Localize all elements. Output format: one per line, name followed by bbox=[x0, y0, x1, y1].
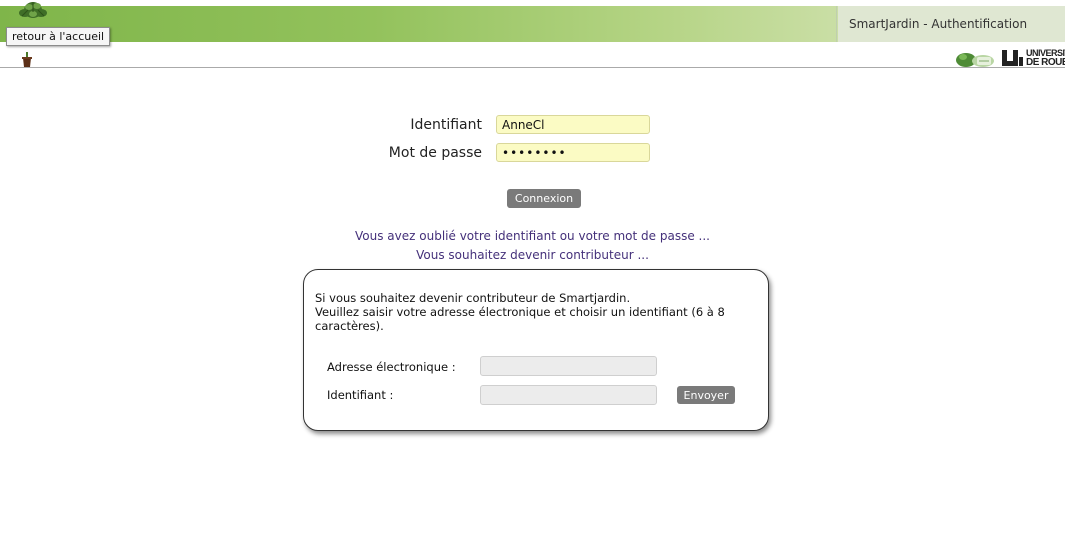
become-contributor-link[interactable]: Vous souhaitez devenir contributeur ... bbox=[0, 248, 1065, 262]
header-divider bbox=[836, 6, 837, 42]
login-id-label: Identifiant bbox=[410, 117, 482, 133]
university-logo-icon[interactable]: UNIVERSITÉ DE ROUEN bbox=[1000, 48, 1065, 68]
contributor-email-input[interactable] bbox=[480, 356, 657, 376]
university-emblem-icon bbox=[1002, 50, 1023, 66]
partner-logo-icon[interactable] bbox=[955, 49, 995, 68]
header-rule bbox=[0, 67, 1065, 68]
plant-pot-icon bbox=[22, 52, 32, 67]
login-id-input[interactable] bbox=[496, 115, 650, 134]
contributor-email-label: Adresse électronique : bbox=[327, 360, 456, 374]
password-input[interactable] bbox=[496, 143, 650, 162]
forgot-credentials-link[interactable]: Vous avez oublié votre identifiant ou vo… bbox=[0, 229, 1065, 243]
connexion-button[interactable]: Connexion bbox=[507, 189, 581, 208]
contributor-intro: Si vous souhaitez devenir contributeur d… bbox=[315, 291, 765, 333]
envoyer-button[interactable]: Envoyer bbox=[677, 386, 735, 404]
potted-plant-icon[interactable] bbox=[18, 0, 48, 24]
app-title: SmartJardin - Authentification bbox=[838, 6, 1065, 42]
contributor-id-input[interactable] bbox=[480, 385, 657, 405]
contributor-form-box: Si vous souhaitez devenir contributeur d… bbox=[303, 269, 769, 431]
university-logo-text: UNIVERSITÉ DE ROUEN bbox=[1026, 48, 1065, 68]
contributor-id-label: Identifiant : bbox=[327, 388, 394, 402]
intro-line-3: caractères). bbox=[315, 319, 384, 333]
intro-line-2: Veuillez saisir votre adresse électroniq… bbox=[315, 305, 725, 319]
home-tooltip: retour à l'accueil bbox=[6, 27, 111, 46]
university-logo-line2: DE ROUEN bbox=[1026, 57, 1065, 68]
intro-line-1: Si vous souhaitez devenir contributeur d… bbox=[315, 291, 631, 305]
password-label: Mot de passe bbox=[388, 145, 482, 161]
